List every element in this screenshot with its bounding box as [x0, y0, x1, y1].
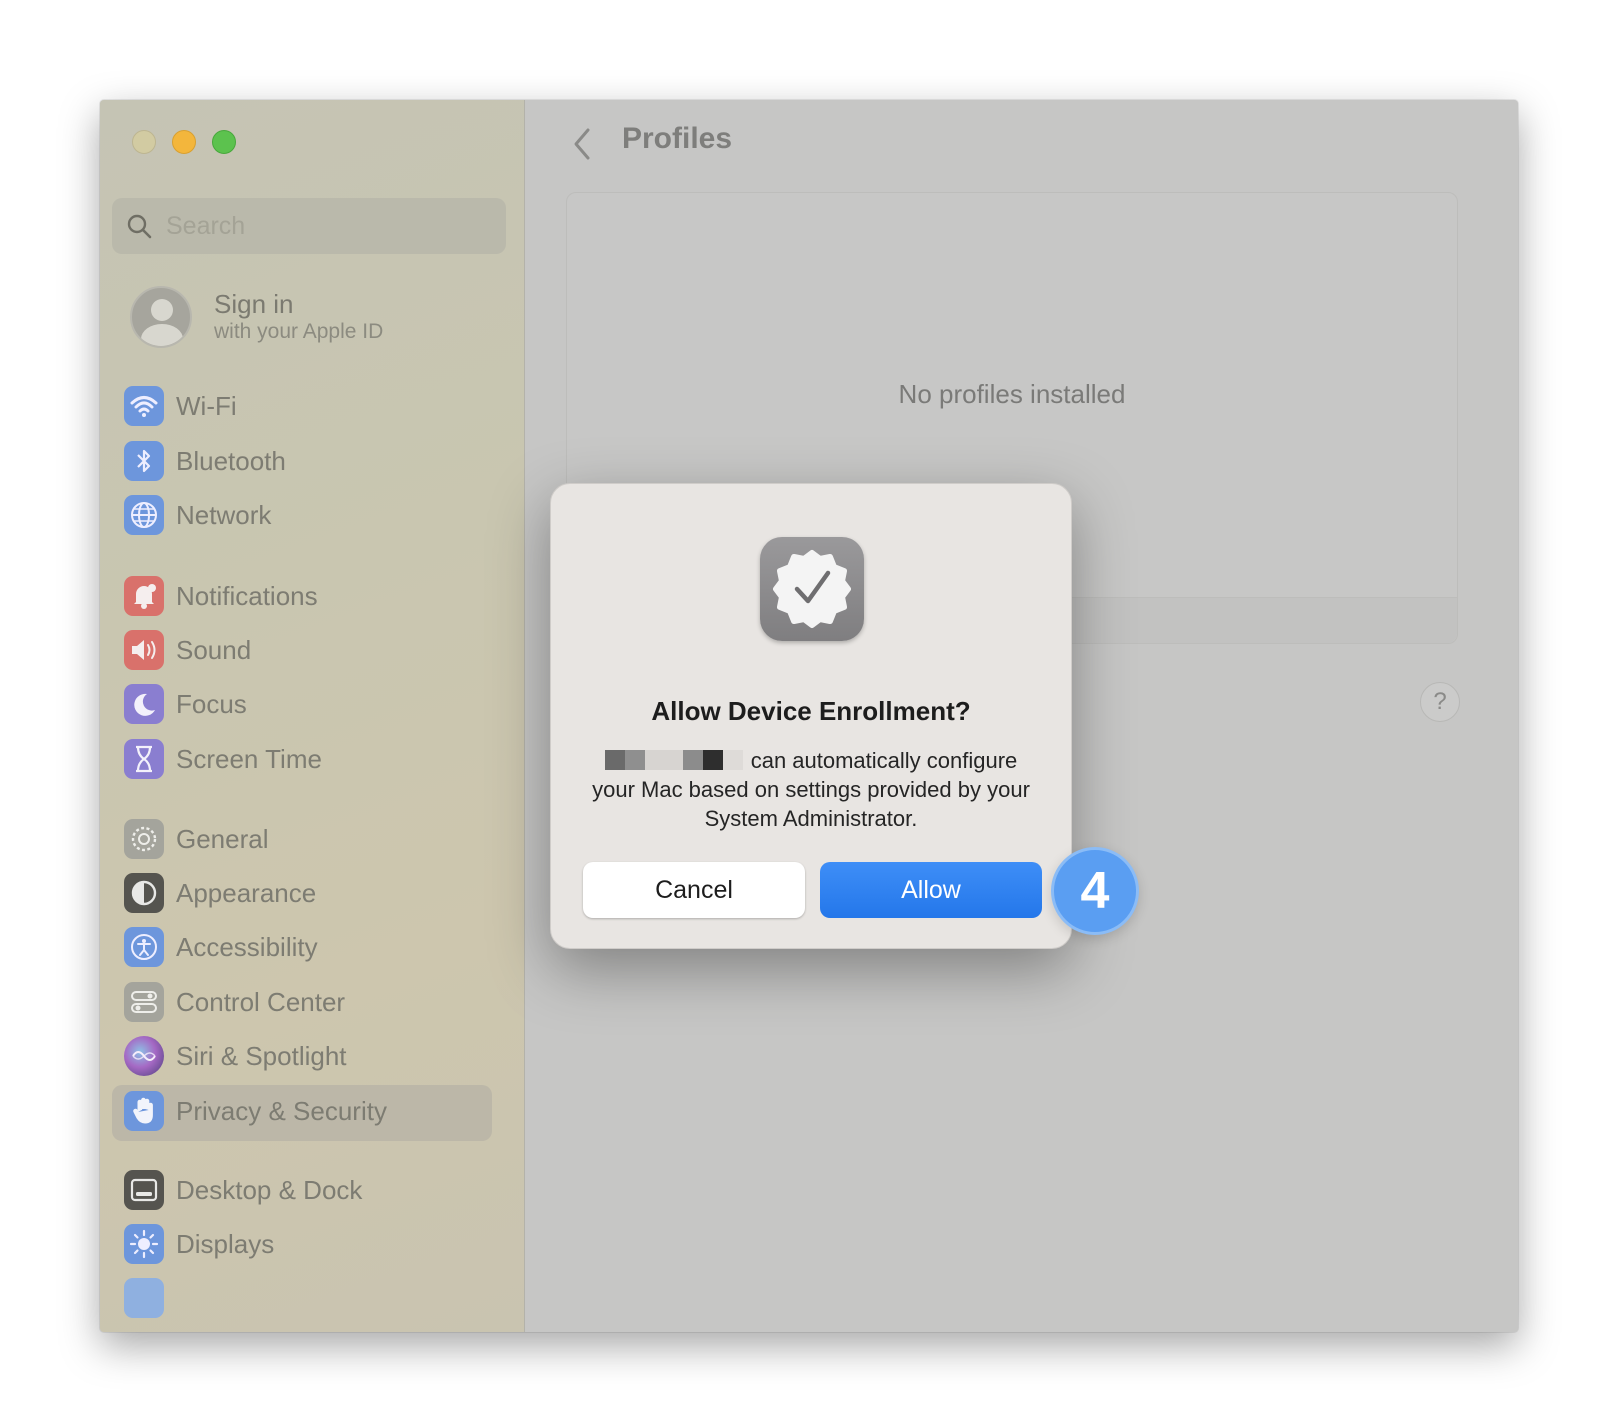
gear-icon: [124, 819, 164, 859]
cancel-button[interactable]: Cancel: [583, 862, 805, 918]
redacted-organization-name: [604, 750, 745, 771]
step-number-badge: 4: [1051, 847, 1139, 935]
wallpaper-icon: [124, 1278, 164, 1318]
sidebar-item-bluetooth[interactable]: Bluetooth: [124, 439, 286, 483]
sidebar: Search Sign in with your Apple ID Wi-Fi …: [100, 100, 525, 1332]
sidebar-item-label: Siri & Spotlight: [176, 1040, 347, 1071]
help-button[interactable]: ?: [1420, 682, 1460, 722]
sidebar-item-sound[interactable]: Sound: [124, 628, 251, 672]
sun-icon: [124, 1224, 164, 1264]
hourglass-icon: [124, 739, 164, 779]
dialog-title: Allow Device Enrollment?: [651, 696, 971, 726]
sidebar-item-label: Displays: [176, 1228, 275, 1259]
sidebar-item-label: Network: [176, 499, 272, 530]
sidebar-item-privacy-security[interactable]: Privacy & Security: [124, 1089, 387, 1133]
sidebar-item-siri-spotlight[interactable]: Siri & Spotlight: [124, 1034, 347, 1078]
maximize-window-button[interactable]: [212, 130, 236, 154]
account-title: Sign in: [214, 289, 294, 319]
back-chevron-icon[interactable]: [568, 124, 594, 164]
sidebar-item-displays[interactable]: Displays: [124, 1222, 274, 1266]
account-subtitle: with your Apple ID: [214, 320, 384, 343]
hand-icon: [124, 1091, 164, 1131]
sidebar-item-network[interactable]: Network: [124, 493, 271, 537]
sidebar-item-desktop-dock[interactable]: Desktop & Dock: [124, 1168, 362, 1212]
sidebar-item-label: Privacy & Security: [176, 1095, 387, 1126]
sidebar-item-label: Appearance: [176, 877, 317, 908]
badge-checkmark-icon: [760, 537, 864, 641]
sidebar-item-general[interactable]: General: [124, 817, 269, 861]
globe-icon: [124, 495, 164, 535]
sidebar-item-label: Screen Time: [176, 743, 322, 774]
sidebar-item-label: Control Center: [176, 986, 346, 1017]
toggles-icon: [124, 982, 164, 1022]
sidebar-item-label: Notifications: [176, 580, 318, 611]
sidebar-item-appearance[interactable]: Appearance: [124, 871, 316, 915]
accessibility-icon: [124, 927, 164, 967]
sidebar-item-label: Accessibility: [176, 931, 318, 962]
sidebar-item-notifications[interactable]: Notifications: [124, 574, 318, 618]
empty-state-text: No profiles installed: [898, 379, 1126, 409]
sidebar-item-partial[interactable]: [124, 1276, 164, 1320]
sidebar-item-focus[interactable]: Focus: [124, 682, 247, 726]
avatar: [130, 286, 192, 348]
close-window-button[interactable]: [132, 130, 156, 154]
wifi-icon: [124, 386, 164, 426]
appearance-icon: [124, 873, 164, 913]
sidebar-item-label: Bluetooth: [176, 445, 286, 476]
sidebar-item-label: Wi-Fi: [176, 390, 237, 421]
apple-id-sign-in[interactable]: Sign in with your Apple ID: [130, 286, 383, 348]
sidebar-item-control-center[interactable]: Control Center: [124, 980, 345, 1024]
allow-button[interactable]: Allow: [820, 862, 1042, 918]
search-icon: [127, 214, 152, 239]
minimize-window-button[interactable]: [172, 130, 196, 154]
page-title: Profiles: [622, 122, 733, 155]
dialog-message: can automatically configure your Mac bas…: [581, 746, 1041, 833]
sidebar-item-label: Focus: [176, 688, 247, 719]
sidebar-item-label: Sound: [176, 634, 252, 665]
speaker-icon: [124, 630, 164, 670]
search-placeholder: Search: [166, 211, 246, 240]
bell-icon: [124, 576, 164, 616]
search-field[interactable]: Search: [112, 198, 506, 254]
dock-icon: [124, 1170, 164, 1210]
sidebar-item-accessibility[interactable]: Accessibility: [124, 925, 318, 969]
device-enrollment-dialog: Allow Device Enrollment? can automatical…: [550, 483, 1072, 949]
bluetooth-icon: [124, 441, 164, 481]
moon-icon: [124, 684, 164, 724]
sidebar-item-wifi[interactable]: Wi-Fi: [124, 384, 237, 428]
sidebar-item-label: Desktop & Dock: [176, 1174, 363, 1205]
sidebar-item-screen-time[interactable]: Screen Time: [124, 737, 322, 781]
sidebar-item-label: General: [176, 823, 269, 854]
siri-icon: [124, 1036, 164, 1076]
